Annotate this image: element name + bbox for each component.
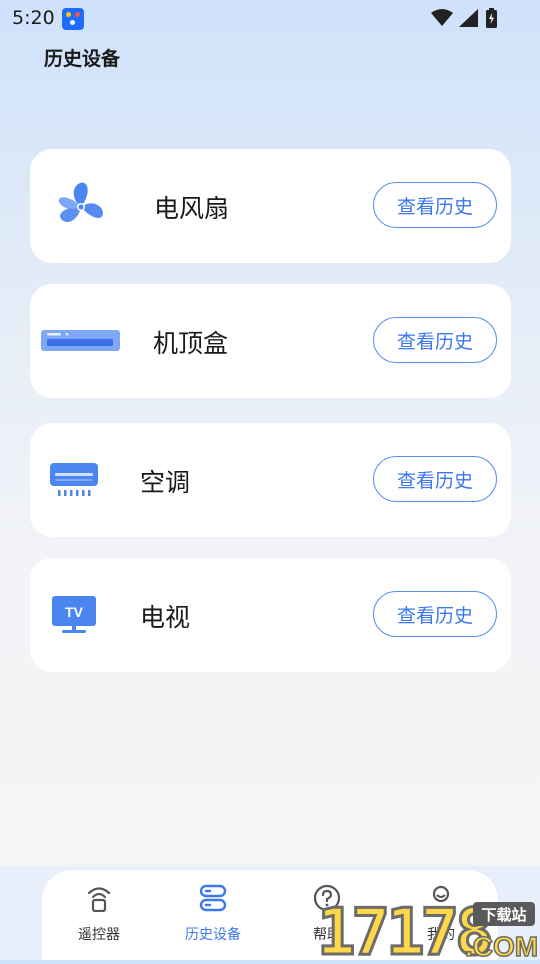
device-card-tv[interactable]: TV 电视 查看历史 xyxy=(30,558,511,672)
device-card-set-top-box[interactable]: 机顶盒 查看历史 xyxy=(30,284,511,398)
site-watermark-logo: 17178 .COM 下载站 xyxy=(315,895,540,964)
cellular-signal-icon xyxy=(459,9,478,27)
watermark-tag: 下载站 xyxy=(481,906,526,924)
view-history-button[interactable]: 查看历史 xyxy=(373,591,497,637)
watermark-domain: .COM xyxy=(465,931,538,960)
device-label: 电视 xyxy=(140,603,191,632)
battery-icon xyxy=(486,8,497,28)
status-time: 5:20 xyxy=(12,7,55,29)
nav-label: 遥控器 xyxy=(78,927,120,943)
nav-item-history-devices[interactable]: 历史设备 xyxy=(158,870,268,960)
app-notification-icon xyxy=(62,8,84,30)
remote-signal-icon xyxy=(87,887,111,912)
air-conditioner-icon xyxy=(50,463,98,496)
device-label: 电风扇 xyxy=(154,194,230,223)
tv-icon: TV xyxy=(52,596,96,633)
set-top-box-icon xyxy=(41,330,120,351)
device-label: 机顶盒 xyxy=(153,329,229,358)
status-bar: 5:20 xyxy=(0,0,540,36)
nav-label: 历史设备 xyxy=(185,927,241,943)
view-history-button[interactable]: 查看历史 xyxy=(373,456,497,502)
nav-item-remote[interactable]: 遥控器 xyxy=(44,870,154,960)
device-card-air-conditioner[interactable]: 空调 查看历史 xyxy=(30,423,511,537)
view-history-button[interactable]: 查看历史 xyxy=(373,317,497,363)
view-history-button[interactable]: 查看历史 xyxy=(373,182,497,228)
device-card-fan[interactable]: 电风扇 查看历史 xyxy=(30,149,511,263)
history-devices-icon xyxy=(199,884,227,912)
wifi-icon xyxy=(431,9,453,26)
status-indicators xyxy=(431,8,498,28)
tv-icon-text: TV xyxy=(65,604,84,620)
page-title: 历史设备 xyxy=(44,48,121,70)
device-label: 空调 xyxy=(140,468,191,497)
fan-icon xyxy=(58,182,103,223)
watermark-logo-graphic: 17178 .COM 下载站 xyxy=(316,895,539,964)
